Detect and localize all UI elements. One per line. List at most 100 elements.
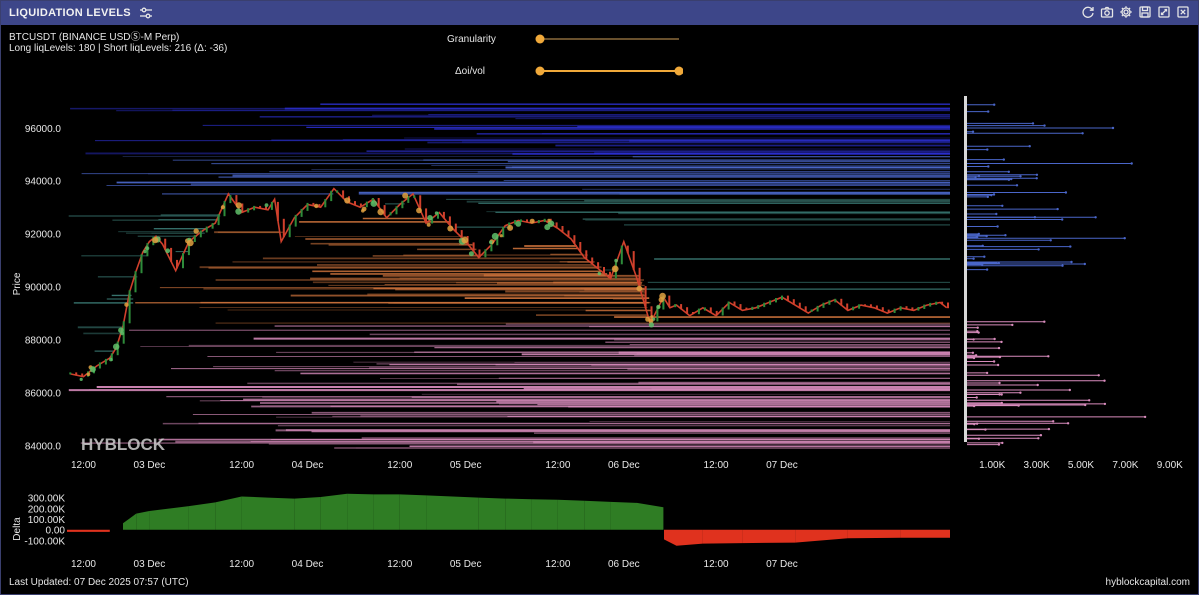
delta-x-tick-label: 12:00: [71, 559, 96, 570]
price-candle: [448, 216, 451, 226]
delta-segment: [795, 529, 848, 543]
liquidation-chart[interactable]: 12:00 12:00 03 Dec 03 Dec 12:00 12:00 04 Dec 04…: [1, 1, 1198, 594]
liquidation-marker: [124, 302, 129, 307]
price-candle: [935, 301, 938, 305]
price-candle: [686, 307, 689, 314]
delta-segment: [664, 529, 677, 546]
price-candle: [555, 222, 558, 228]
profile-bar-tip: [1066, 422, 1070, 425]
profile-bar-tip: [975, 422, 979, 425]
delta-segment: [505, 498, 532, 530]
liquidation-marker: [193, 228, 199, 234]
price-candle: [899, 306, 902, 311]
profile-bar-tip: [1130, 162, 1133, 165]
price-candle: [632, 251, 635, 270]
price-candle: [401, 200, 404, 209]
profile-bar-tip: [1052, 420, 1055, 423]
delta-segment: [373, 494, 400, 530]
price-candle: [810, 309, 813, 312]
price-candle: [561, 226, 564, 233]
liquidation-marker: [427, 215, 433, 221]
profile-bar-tip: [976, 326, 979, 329]
price-candle: [205, 226, 208, 233]
price-candle: [265, 206, 267, 210]
delta-segment: [742, 529, 796, 544]
delta-segment: [215, 496, 242, 530]
price-candle: [656, 307, 659, 322]
liquidation-marker: [165, 248, 171, 254]
profile-bar-tip: [977, 174, 981, 178]
profile-bar-tip: [1010, 177, 1013, 181]
price-candle: [104, 358, 107, 365]
price-candle: [270, 201, 273, 210]
profile-bar-tip: [972, 257, 975, 260]
main-y-tick-label: 84000.0: [25, 441, 62, 452]
delta-segment: [676, 529, 703, 546]
price-candle: [674, 304, 677, 308]
profile-bar-tip: [1002, 158, 1005, 161]
profile-bar-tip: [1028, 145, 1031, 148]
profile-bar-tip: [1036, 383, 1039, 387]
profile-bar-tip: [1037, 437, 1040, 440]
profile-bar-tip: [995, 212, 998, 216]
liquidation-marker: [614, 258, 618, 263]
profile-bar-tip: [1069, 245, 1072, 248]
price-candle: [834, 298, 837, 303]
price-candle: [721, 307, 724, 316]
price-candle: [929, 302, 932, 307]
liquidation-marker: [113, 343, 120, 350]
price-candle: [858, 304, 861, 309]
profile-bar-tip: [986, 148, 989, 151]
price-candle: [170, 247, 173, 262]
delta-x-tick-label: 05 Dec: [450, 559, 482, 570]
price-candle: [875, 305, 878, 310]
liquidation-marker: [447, 225, 454, 232]
price-candle: [709, 307, 712, 313]
delta-y-tick-label: 100.00K: [28, 515, 66, 526]
price-candle: [769, 300, 772, 305]
price-candle: [484, 249, 487, 258]
price-candle: [745, 307, 748, 310]
main-x-tick-label: 07 Dec: [766, 460, 798, 471]
price-candle: [792, 299, 795, 305]
price-candle: [733, 301, 736, 306]
hyblock-watermark: HYBLOCK: [81, 435, 166, 454]
price-candle: [537, 220, 540, 224]
price-candle: [739, 304, 742, 310]
price-candle: [644, 286, 647, 309]
volume-profile-layer: [964, 96, 1147, 446]
price-candle: [164, 238, 167, 250]
profile-bar-tip: [985, 268, 989, 271]
main-x-tick-label: 12:00: [704, 460, 729, 471]
delta-x-tick-label: 04 Dec: [292, 559, 324, 570]
profile-bar-tip: [976, 233, 980, 236]
price-candle: [620, 245, 623, 265]
main-y-tick-label: 90000.0: [25, 283, 62, 294]
price-candle: [211, 223, 214, 229]
delta-segment: [136, 511, 150, 530]
price-candle: [798, 302, 801, 309]
price-candle: [312, 202, 315, 207]
delta-y-tick-label: 0.00: [46, 526, 66, 537]
profile-bar-tip: [997, 443, 1001, 446]
profile-bar-tip: [987, 110, 990, 113]
price-candle: [193, 235, 196, 242]
price-candle: [573, 235, 576, 244]
delta-y-tick-label: 300.00K: [28, 494, 66, 505]
main-y-axis-label: Price: [12, 272, 23, 295]
profile-bar-tip: [1007, 170, 1010, 173]
price-candle: [603, 267, 605, 274]
price-candle: [342, 190, 345, 199]
brand-link[interactable]: hyblockcapital.com: [1106, 577, 1190, 588]
profile-x-tick-label: 5.00K: [1068, 460, 1094, 471]
liquidation-levels-layer: [68, 103, 950, 449]
price-candle: [217, 214, 220, 226]
price-candle: [413, 195, 416, 199]
liquidation-marker: [636, 285, 643, 292]
delta-y-tick-label: 200.00K: [28, 504, 66, 515]
price-candle: [134, 271, 137, 293]
price-candle: [905, 306, 908, 310]
liquidation-marker: [143, 249, 147, 254]
profile-bar-tip: [975, 236, 978, 239]
profile-bar-tip: [1004, 234, 1007, 237]
